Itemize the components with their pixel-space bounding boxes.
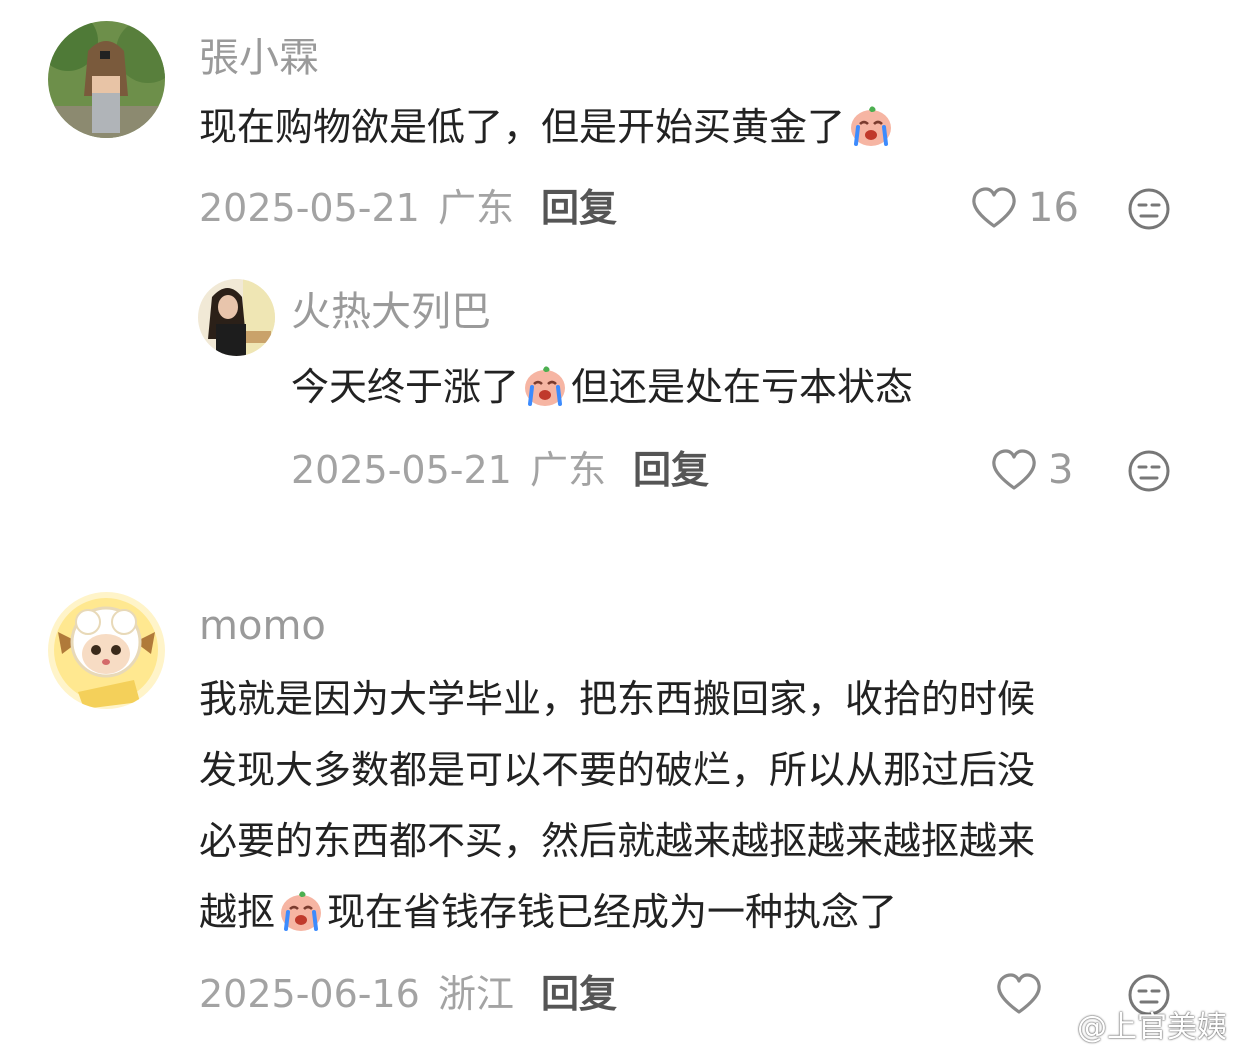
comment-region: 浙江 [437, 972, 514, 1016]
comment-text: 现在购物欲是低了，但是开始买黄金了 [199, 92, 897, 163]
heart-outline-icon [992, 449, 1036, 490]
comment-text-line: 发现大多数都是可以不要的破烂，所以从那过后没 [199, 748, 1036, 792]
comment-date: 2025-05-21 [199, 186, 420, 230]
comment-text-part: 越抠 [199, 890, 276, 934]
avatar[interactable] [48, 21, 165, 138]
username[interactable]: 火热大列巴 [291, 290, 491, 334]
avatar[interactable] [198, 279, 275, 356]
like-button[interactable]: 16 [970, 186, 1079, 230]
reply-button[interactable]: 回复 [541, 186, 617, 230]
comment-date: 2025-06-16 [199, 972, 420, 1016]
comment-text-line: 越抠 现在省钱存钱已经成为一种执念了 [199, 877, 1035, 948]
reply-text: 今天终于涨了 但还是处在亏本状态 [291, 352, 913, 423]
comment-region: 广东 [437, 186, 514, 230]
reply-text-part: 但还是处在亏本状态 [571, 365, 914, 409]
like-count: 16 [1028, 185, 1079, 231]
watermark-text: @上官美姨 [1077, 1010, 1227, 1045]
unamused-face-icon[interactable] [1127, 449, 1171, 493]
crying-peach-emoji [525, 366, 566, 406]
comment-text-part: 现在省钱存钱已经成为一种执念了 [327, 890, 898, 934]
crying-peach-emoji [851, 106, 892, 146]
reply-region: 广东 [529, 448, 606, 492]
comment-text-line: 现在购物欲是低了，但是开始买黄金了 [199, 105, 846, 149]
weibo-logo-icon [1033, 1013, 1071, 1044]
like-count: 3 [1048, 447, 1074, 493]
watermark: @上官美姨 [1033, 1010, 1227, 1046]
comment-text: 我就是因为大学毕业，把东西搬回家，收拾的时候 发现大多数都是可以不要的破烂，所以… [199, 664, 1035, 948]
reply-meta: 2025-05-21 广东 [291, 448, 606, 492]
reply-button[interactable]: 回复 [633, 448, 709, 492]
comment-text-line: 我就是因为大学毕业，把东西搬回家，收拾的时候 [199, 677, 1036, 721]
avatar[interactable] [48, 592, 165, 709]
reply-date: 2025-05-21 [291, 448, 512, 492]
username[interactable]: momo [199, 604, 326, 648]
crying-peach-emoji [281, 891, 322, 931]
comment-meta: 2025-05-21 广东 [199, 186, 514, 230]
reply-button[interactable]: 回复 [541, 972, 617, 1016]
username[interactable]: 張小霖 [199, 36, 319, 80]
like-button[interactable]: 3 [990, 448, 1073, 492]
comment-meta: 2025-06-16 浙江 [199, 972, 514, 1016]
comment-text-line: 必要的东西都不买，然后就越来越抠越来越抠越来 [199, 819, 1036, 863]
heart-outline-icon [972, 187, 1016, 228]
reply-text-part: 今天终于涨了 [291, 365, 520, 409]
unamused-face-icon[interactable] [1127, 187, 1171, 231]
